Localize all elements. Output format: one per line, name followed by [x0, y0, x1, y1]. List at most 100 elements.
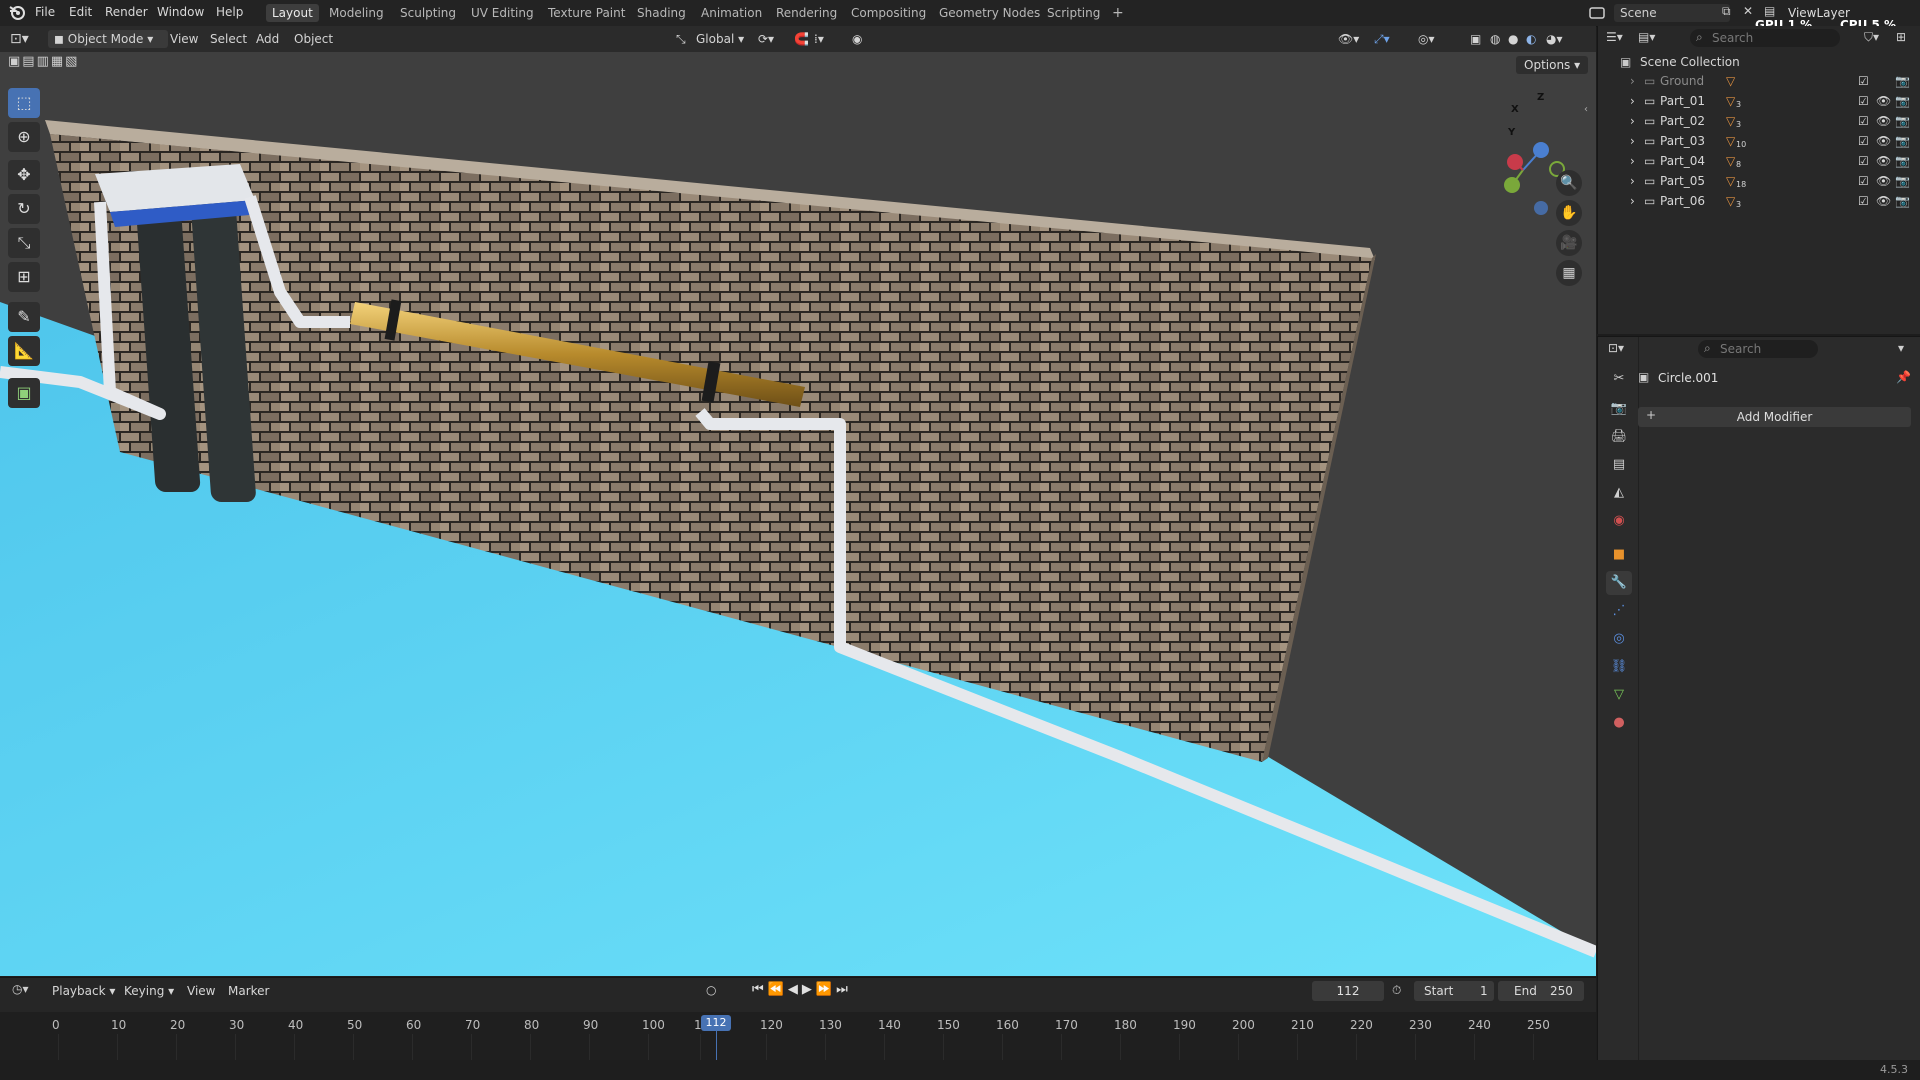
menu-edit[interactable]: Edit [69, 5, 92, 19]
blender-logo-icon[interactable] [8, 3, 26, 21]
tab-sculpting[interactable]: Sculpting [394, 4, 462, 22]
3d-viewport[interactable]: Z Y X ▣▤▥▦▧ ⬚ ⊕ ✥ ↻ ⤡ ⊞ ✎ 📐 ▣ Options ▾ … [0, 52, 1596, 976]
pivot-icon[interactable]: ⟳▾ [758, 30, 774, 48]
timeline-editor-icon[interactable]: ◷▾ [12, 982, 29, 996]
gizmo-x-label[interactable]: X [1511, 104, 1519, 115]
expand-arrow-icon[interactable]: › [1630, 71, 1635, 91]
marker-menu[interactable]: Marker [228, 984, 269, 998]
outliner-row-part-03[interactable]: › ▭ Part_03 ▽ 10 ☑ 👁 📷 [1598, 131, 1920, 151]
visibility-eye-icon[interactable]: 👁 [1876, 111, 1891, 131]
menu-window[interactable]: Window [157, 5, 204, 19]
solid-shading-icon[interactable]: ● [1508, 30, 1518, 48]
snap-target-icon[interactable]: ⁞▾ [814, 30, 824, 48]
start-frame-field[interactable]: Start 1 [1414, 981, 1494, 1001]
render-camera-icon[interactable]: 📷 [1895, 111, 1910, 131]
data-tab-icon[interactable]: ▽ [1606, 683, 1632, 707]
pin-icon[interactable]: 📌 [1896, 370, 1911, 384]
end-frame-field[interactable]: End 250 [1498, 981, 1584, 1001]
include-checkbox[interactable]: ☑ [1858, 91, 1869, 111]
visibility-eye-icon[interactable]: 👁 [1876, 151, 1891, 171]
tab-scripting[interactable]: Scripting [1041, 4, 1106, 22]
transform-icon[interactable]: ⊞ [8, 262, 40, 292]
orientation-dropdown[interactable]: Global ▾ [696, 30, 744, 48]
editor-type-icon[interactable]: ⊡▾ [10, 30, 29, 48]
auto-key-icon[interactable]: ○ [706, 983, 716, 997]
tab-compositing[interactable]: Compositing [845, 4, 932, 22]
particles-tab-icon[interactable]: ⋰ [1606, 599, 1632, 623]
outliner-row-part-05[interactable]: › ▭ Part_05 ▽ 18 ☑ 👁 📷 [1598, 171, 1920, 191]
move-icon[interactable]: ✥ [8, 160, 40, 190]
scene-selector[interactable]: Scene [1614, 4, 1730, 22]
expand-arrow-icon[interactable]: › [1630, 171, 1635, 191]
visibility-icon[interactable]: 👁▾ [1338, 30, 1359, 48]
add-cube-icon[interactable]: ▣ [8, 378, 40, 408]
view-menu[interactable]: View [170, 30, 198, 48]
options-button[interactable]: Options ▾ [1516, 56, 1589, 74]
outliner-row-ground[interactable]: › ▭ Ground ▽ ☑ 📷 [1598, 71, 1920, 91]
timeline-view-menu[interactable]: View [187, 984, 215, 998]
new-collection-icon[interactable]: ⊞ [1896, 30, 1906, 44]
tab-animation[interactable]: Animation [695, 4, 768, 22]
ortho-grid-icon[interactable]: ▦ [1556, 260, 1582, 286]
visibility-eye-icon[interactable]: 👁 [1876, 171, 1891, 191]
stopwatch-icon[interactable]: ⏱ [1392, 983, 1401, 998]
select-menu[interactable]: Select [210, 30, 247, 48]
close-scene-icon[interactable]: ✕ [1743, 4, 1753, 18]
annotate-icon[interactable]: ✎ [8, 302, 40, 332]
rendered-shading-icon[interactable]: ◕▾ [1546, 30, 1563, 48]
expand-arrow-icon[interactable]: › [1630, 111, 1635, 131]
render-camera-icon[interactable]: 📷 [1895, 131, 1910, 151]
tab-shading[interactable]: Shading [631, 4, 692, 22]
material-shading-icon[interactable]: ◐ [1526, 30, 1536, 48]
menu-help[interactable]: Help [216, 5, 243, 19]
object-tab-icon[interactable]: ■ [1606, 543, 1632, 567]
tab-uv-editing[interactable]: UV Editing [465, 4, 540, 22]
render-camera-icon[interactable]: 📷 [1895, 91, 1910, 111]
expand-arrow-icon[interactable]: › [1630, 91, 1635, 111]
keying-menu[interactable]: Keying ▾ [124, 984, 174, 998]
add-menu[interactable]: Add [256, 30, 279, 48]
outliner-row-part-06[interactable]: › ▭ Part_06 ▽ 3 ☑ 👁 📷 [1598, 191, 1920, 211]
modifier-tab-icon[interactable]: 🔧 [1606, 571, 1632, 595]
render-camera-icon[interactable]: 📷 [1895, 171, 1910, 191]
include-checkbox[interactable]: ☑ [1858, 111, 1869, 131]
filter-icon[interactable]: ⛉▾ [1864, 30, 1879, 45]
wireframe-shading-icon[interactable]: ◍ [1490, 30, 1500, 48]
playback-menu[interactable]: Playback ▾ [52, 984, 115, 998]
current-frame-field[interactable]: 112 [1312, 981, 1384, 1001]
visibility-eye-icon[interactable]: 👁 [1876, 91, 1891, 111]
proportional-edit-icon[interactable]: ◉ [852, 30, 862, 48]
tab-geometry-nodes[interactable]: Geometry Nodes [933, 4, 1046, 22]
rotate-icon[interactable]: ↻ [8, 194, 40, 224]
tab-rendering[interactable]: Rendering [770, 4, 843, 22]
playback-controls[interactable]: ⏮⏪◀▶⏩⏭ [752, 982, 852, 997]
outliner-row-part-01[interactable]: › ▭ Part_01 ▽ 3 ☑ 👁 📷 [1598, 91, 1920, 111]
render-tab-icon[interactable]: 📷 [1606, 397, 1632, 421]
overlays-icon[interactable]: ◎▾ [1418, 30, 1435, 48]
cursor-icon[interactable]: ⊕ [8, 122, 40, 152]
menu-file[interactable]: File [35, 5, 55, 19]
object-mode-dropdown[interactable]: ◼ Object Mode ▾ [48, 30, 168, 48]
playhead-frame-badge[interactable]: 112 [701, 1015, 731, 1031]
camera-view-icon[interactable]: 🎥 [1556, 230, 1582, 256]
outliner-row-part-04[interactable]: › ▭ Part_04 ▽ 8 ☑ 👁 📷 [1598, 151, 1920, 171]
include-checkbox[interactable]: ☑ [1858, 171, 1869, 191]
tab-layout[interactable]: Layout [266, 4, 319, 22]
chevron-down-icon[interactable]: ▾ [1898, 341, 1904, 355]
physics-tab-icon[interactable]: ◎ [1606, 627, 1632, 651]
expand-arrow-icon[interactable]: › [1630, 151, 1635, 171]
scene-tab-icon[interactable]: ◭ [1606, 481, 1632, 505]
pan-hand-icon[interactable]: ✋ [1556, 200, 1582, 226]
add-workspace-button[interactable]: + [1106, 4, 1130, 22]
zoom-icon[interactable]: 🔍 [1556, 170, 1582, 196]
include-checkbox[interactable]: ☑ [1858, 71, 1869, 91]
include-checkbox[interactable]: ☑ [1858, 191, 1869, 211]
expand-arrow-icon[interactable]: › [1630, 131, 1635, 151]
object-menu[interactable]: Object [294, 30, 333, 48]
selection-mode-icons[interactable]: ▣▤▥▦▧ [8, 54, 79, 69]
display-mode-icon[interactable]: ▤▾ [1638, 30, 1655, 44]
tab-modeling[interactable]: Modeling [323, 4, 390, 22]
constraints-tab-icon[interactable]: ⛓ [1606, 655, 1632, 679]
include-checkbox[interactable]: ☑ [1858, 131, 1869, 151]
material-tab-icon[interactable]: ● [1606, 711, 1632, 735]
